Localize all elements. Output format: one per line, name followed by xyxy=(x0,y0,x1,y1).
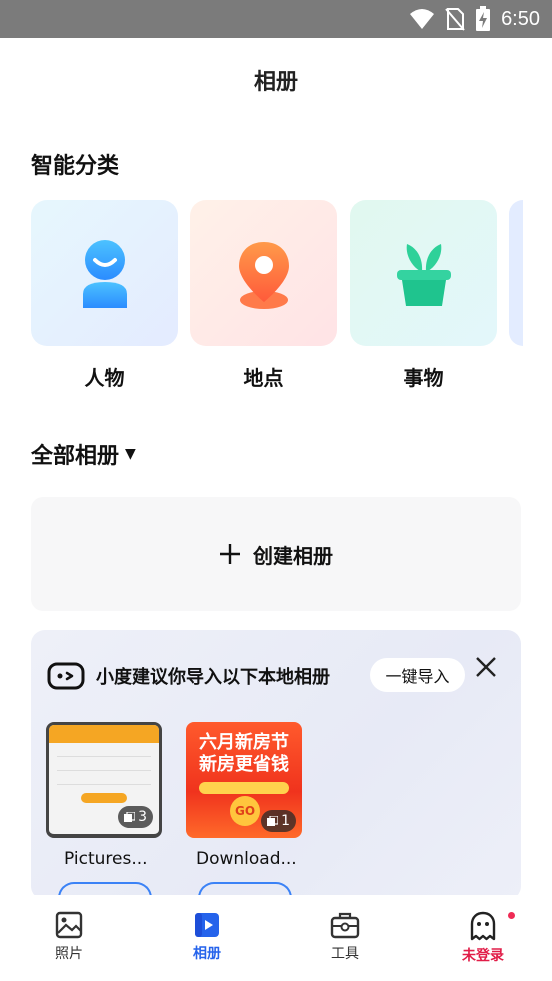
album-thumbnail-pictures[interactable]: 3 xyxy=(46,722,162,838)
caret-down-icon: ▼ xyxy=(125,446,136,462)
person-icon xyxy=(83,240,127,308)
category-card-place[interactable] xyxy=(190,200,337,346)
close-icon xyxy=(476,657,496,677)
nav-albums[interactable]: 相册 xyxy=(167,911,247,963)
plus-icon xyxy=(220,544,240,564)
nav-tools[interactable]: 工具 xyxy=(305,911,385,963)
album-thumbnail-download[interactable]: 六月新房节 新房更省钱 GO 1 xyxy=(186,722,302,838)
category-card-people[interactable] xyxy=(31,200,178,346)
no-sim-icon xyxy=(445,8,465,31)
all-albums-dropdown[interactable]: 全部相册 ▼ xyxy=(31,438,136,470)
ghost-icon xyxy=(470,911,496,941)
thumbnail-graphic xyxy=(49,725,159,743)
promo-go: GO xyxy=(230,796,260,826)
photo-count-badge: 3 xyxy=(118,806,153,828)
nav-photos[interactable]: 照片 xyxy=(29,911,109,963)
promo-banner xyxy=(199,782,289,794)
photo-count-badge: 1 xyxy=(261,810,296,832)
create-album-button[interactable]: 创建相册 xyxy=(31,497,521,611)
all-albums-title: 全部相册 xyxy=(31,444,120,469)
notification-dot xyxy=(508,912,515,919)
import-suggestion-card: 小度建议你导入以下本地相册 一键导入 3 六月新房节 新房更省钱 GO 1 Pi… xyxy=(31,630,521,906)
location-pin-icon xyxy=(239,242,289,309)
photos-stack-icon xyxy=(267,816,279,826)
category-card-more[interactable] xyxy=(509,200,523,346)
category-label-place: 地点 xyxy=(243,366,284,390)
create-album-label: 创建相册 xyxy=(253,543,333,568)
photo-icon xyxy=(55,911,83,939)
wifi-icon xyxy=(410,9,435,29)
toolbox-icon xyxy=(330,912,360,939)
page-title: 相册 xyxy=(253,70,298,95)
nav-login[interactable]: 未登录 xyxy=(443,911,523,965)
smart-category-title: 智能分类 xyxy=(31,154,120,179)
photos-stack-icon xyxy=(124,812,136,822)
promo-title: 六月新房节 新房更省钱 xyxy=(199,732,289,775)
bottom-navigation: 照片 相册 工具 未登录 xyxy=(0,895,552,981)
category-label-people: 人物 xyxy=(84,366,125,390)
album-name-pictures: Pictures... xyxy=(64,849,148,869)
one-click-import-button[interactable]: 一键导入 xyxy=(370,658,465,692)
status-time: 6:50 xyxy=(501,7,540,30)
status-bar: 6:50 xyxy=(0,0,552,38)
album-icon xyxy=(195,913,219,937)
robot-icon xyxy=(47,662,85,690)
suggestion-text: 小度建议你导入以下本地相册 xyxy=(96,667,330,688)
plant-icon xyxy=(397,244,451,306)
category-label-thing: 事物 xyxy=(403,366,444,390)
status-icons: 6:50 xyxy=(409,6,540,32)
album-name-download: Download... xyxy=(196,849,297,869)
close-button[interactable] xyxy=(471,652,501,682)
category-card-thing[interactable] xyxy=(350,200,497,346)
battery-charging-icon xyxy=(476,6,491,31)
